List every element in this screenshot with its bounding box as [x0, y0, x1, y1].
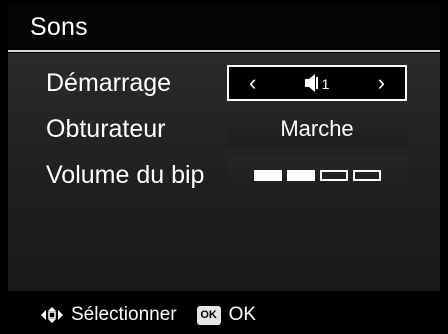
page-title: Sons	[30, 12, 88, 41]
volume-segment	[253, 169, 282, 181]
menu-row-label: Obturateur	[46, 115, 166, 143]
menu-row-label: Démarrage	[46, 69, 172, 97]
settings-panel: Démarrage ‹ 1 › Obturateur Marche Volume…	[8, 53, 440, 291]
footer-hints: Sélectionner OK OK	[8, 296, 440, 334]
shutter-sound-value[interactable]: Marche	[227, 111, 407, 147]
volume-meter[interactable]	[227, 157, 407, 193]
volume-segment	[319, 169, 348, 181]
volume-segment	[352, 169, 381, 181]
select-hint-label: Sélectionner	[71, 304, 177, 325]
menu-row-volume[interactable]: Volume du bip	[8, 155, 440, 195]
speaker-icon: 1	[304, 74, 330, 92]
menu-header: Sons	[8, 5, 440, 49]
camera-settings-screen: Sons Démarrage ‹ 1 › Obturateur Marche V…	[0, 0, 448, 334]
header-divider	[8, 50, 440, 52]
menu-row-obturateur[interactable]: Obturateur Marche	[8, 109, 440, 149]
four-way-arrows-icon	[41, 307, 63, 323]
menu-row-label: Volume du bip	[46, 161, 205, 189]
menu-row-demarrage[interactable]: Démarrage ‹ 1 ›	[8, 63, 440, 103]
ok-hint-label: OK	[228, 304, 257, 325]
volume-segment	[286, 169, 315, 181]
left-arrow-icon[interactable]: ‹	[249, 72, 256, 94]
startup-sound-selector[interactable]: ‹ 1 ›	[227, 65, 407, 101]
sound-number: 1	[321, 76, 330, 92]
ok-button-icon: OK	[196, 305, 221, 325]
right-arrow-icon[interactable]: ›	[378, 72, 385, 94]
